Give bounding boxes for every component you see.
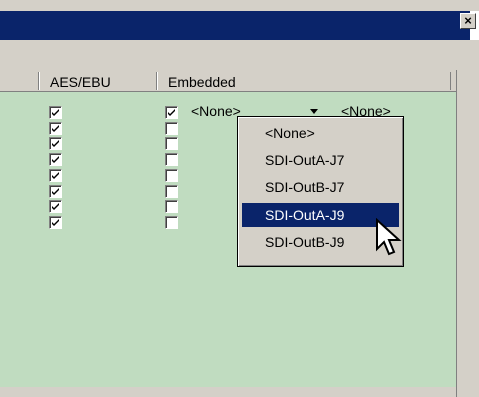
embedded-source-value[interactable]: <None> (191, 103, 241, 119)
embedded-checkbox[interactable] (165, 216, 178, 229)
dropdown-option[interactable]: SDI-OutA-J7 (242, 148, 399, 172)
aes-ebu-checkbox[interactable] (49, 153, 62, 166)
mouse-pointer-icon (376, 218, 402, 256)
embedded-checkbox[interactable] (165, 200, 178, 213)
embedded-checkbox[interactable] (165, 153, 178, 166)
checkmark-icon (52, 219, 59, 226)
checkmark-icon (52, 125, 59, 132)
window-frame-right (456, 70, 479, 397)
dropdown-option[interactable]: SDI-OutB-J7 (242, 175, 399, 199)
dropdown-arrow-icon[interactable] (310, 109, 318, 114)
checkmark-icon (52, 172, 59, 179)
toolbar-area (0, 40, 479, 70)
header-divider[interactable] (450, 72, 451, 90)
dropdown-option[interactable]: <None> (242, 121, 399, 145)
embedded-checkbox[interactable] (165, 122, 178, 135)
embedded-checkbox[interactable] (165, 169, 178, 182)
embedded-checkbox[interactable] (165, 137, 178, 150)
window-top-strip (0, 0, 479, 11)
aes-ebu-checkbox[interactable] (49, 185, 62, 198)
checkmark-icon (52, 109, 59, 116)
embedded-checkbox[interactable] (165, 106, 178, 119)
header-divider-highlight (157, 72, 158, 90)
checkmark-icon (168, 109, 175, 116)
list-border (456, 70, 457, 397)
column-header-embedded[interactable]: Embedded (168, 74, 236, 90)
close-icon: × (464, 13, 472, 28)
aes-ebu-checkbox[interactable] (49, 106, 62, 119)
column-header-aes-ebu[interactable]: AES/EBU (50, 74, 111, 90)
header-divider-highlight (39, 72, 40, 90)
aes-ebu-checkbox[interactable] (49, 122, 62, 135)
aes-ebu-checkbox[interactable] (49, 137, 62, 150)
close-button[interactable]: × (460, 13, 476, 29)
embedded-checkbox[interactable] (165, 185, 178, 198)
aes-ebu-checkbox[interactable] (49, 216, 62, 229)
checkmark-icon (52, 188, 59, 195)
aes-ebu-checkbox[interactable] (49, 169, 62, 182)
checkmark-icon (52, 140, 59, 147)
window-frame-bottom (0, 387, 456, 397)
checkmark-icon (52, 156, 59, 163)
title-bar (0, 11, 470, 40)
aes-ebu-checkbox[interactable] (49, 200, 62, 213)
checkmark-icon (52, 203, 59, 210)
